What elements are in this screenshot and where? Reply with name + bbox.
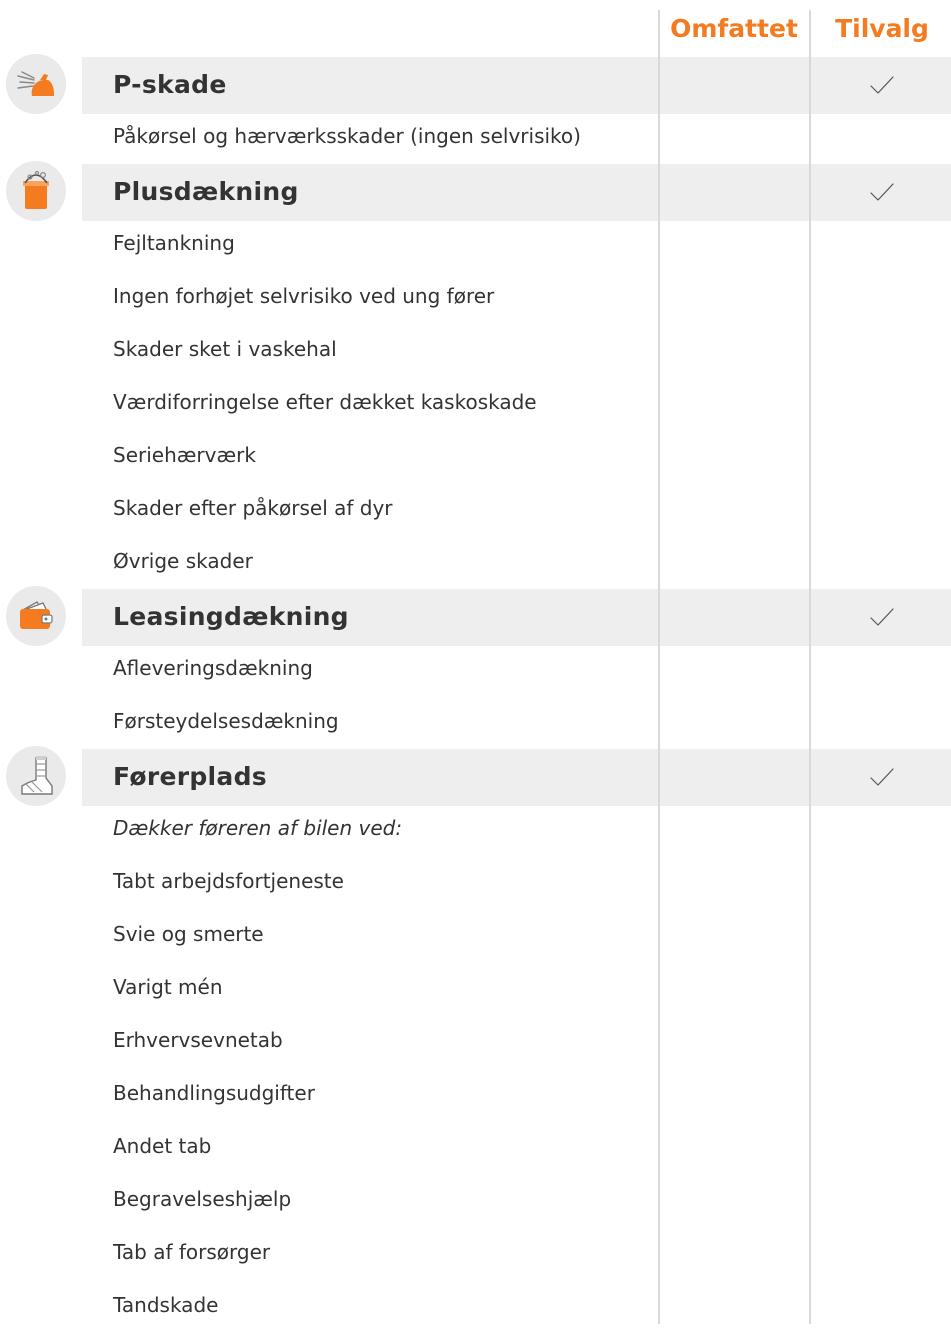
coverage-item-label: Tandskade xyxy=(113,1293,219,1317)
coverage-item-label: Erhvervsevnetab xyxy=(113,1028,283,1052)
coverage-item-label: Andet tab xyxy=(113,1134,212,1158)
coverage-item-label: Øvrige skader xyxy=(113,549,253,573)
check-icon xyxy=(869,71,895,97)
column-divider-optional xyxy=(809,10,811,1324)
coverage-item-label: Påkørsel og hærværksskader (ingen selvri… xyxy=(113,124,581,148)
bucket-icon xyxy=(6,161,66,221)
check-icon xyxy=(869,178,895,204)
column-divider-included xyxy=(658,10,660,1324)
section-title: Førerplads xyxy=(113,762,267,791)
coverage-item-label: Tabt arbejdsfortjeneste xyxy=(113,869,344,893)
coverage-item-label: Seriehærværk xyxy=(113,443,256,467)
coverage-item-label: Varigt mén xyxy=(113,975,223,999)
coverage-item-label: Skader sket i vaskehal xyxy=(113,337,337,361)
bandaged-foot-icon xyxy=(6,746,66,806)
column-header-included: Omfattet xyxy=(670,14,798,43)
section-title: Leasingdækning xyxy=(113,602,349,631)
check-icon xyxy=(869,603,895,629)
coverage-item-label: Dækker føreren af bilen ved: xyxy=(113,816,403,840)
coverage-item-label: Svie og smerte xyxy=(113,922,264,946)
coverage-item-label: Skader efter påkørsel af dyr xyxy=(113,496,393,520)
coverage-item-label: Fejltankning xyxy=(113,231,235,255)
coverage-item-label: Værdiforringelse efter dækket kaskoskade xyxy=(113,390,537,414)
coverage-item-label: Begravelseshjælp xyxy=(113,1187,292,1211)
coverage-item-label: Ingen forhøjet selvrisiko ved ung fører xyxy=(113,284,495,308)
coverage-item-label: Behandlingsudgifter xyxy=(113,1081,315,1105)
spray-nozzle-icon xyxy=(6,54,66,114)
section-title: Plusdækning xyxy=(113,177,299,206)
wallet-icon xyxy=(6,586,66,646)
coverage-item-label: Tab af forsørger xyxy=(113,1240,271,1264)
coverage-item-label: Førsteydelsesdækning xyxy=(113,709,339,733)
coverage-item-label: Afleveringsdækning xyxy=(113,656,313,680)
column-header-optional: Tilvalg xyxy=(835,14,929,43)
check-icon xyxy=(869,763,895,789)
section-title: P-skade xyxy=(113,70,227,99)
